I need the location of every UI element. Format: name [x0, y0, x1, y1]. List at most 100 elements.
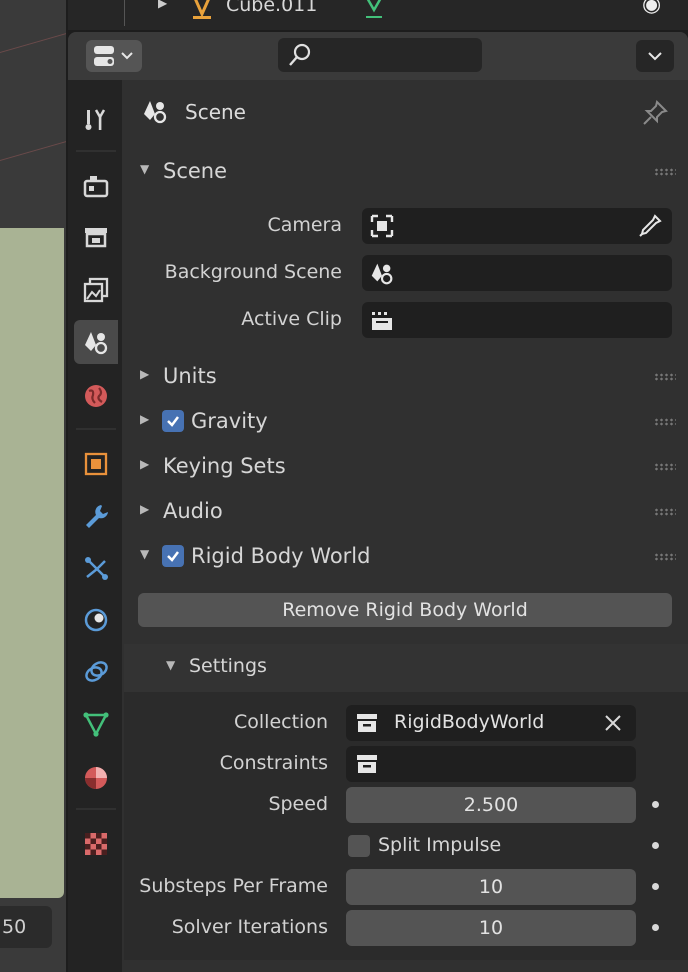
editor-type-icon [94, 46, 133, 66]
camera-field[interactable] [362, 208, 672, 244]
outliner-object-name[interactable]: Cube.011 [226, 0, 317, 16]
substeps-field[interactable]: 10 [346, 869, 636, 905]
tab-constraints[interactable] [74, 650, 118, 694]
view-layer-icon [83, 277, 109, 303]
collection-box-icon [357, 714, 377, 732]
search-icon [289, 43, 311, 66]
keyframe-dot-icon[interactable] [652, 842, 659, 849]
drag-grip-icon[interactable] [654, 508, 676, 516]
visibility-eye-icon[interactable]: ◉ [642, 0, 661, 17]
mesh-data-icon [360, 0, 388, 24]
tab-texture[interactable] [74, 822, 118, 866]
collapsed-arrow-icon: ▶ [140, 412, 150, 426]
texture-checker-icon [85, 833, 107, 855]
panel-title: Keying Sets [163, 454, 286, 478]
remove-rigid-body-world-button[interactable]: Remove Rigid Body World [138, 593, 672, 627]
drag-grip-icon[interactable] [654, 373, 676, 381]
solver-iterations-field[interactable]: 10 [346, 910, 636, 946]
3d-viewport[interactable] [0, 0, 66, 972]
speed-label: Speed [268, 793, 328, 815]
expand-arrow-icon[interactable]: ▶ [158, 0, 167, 10]
editor-type-button[interactable] [86, 40, 142, 72]
context-label: Scene [185, 100, 246, 124]
settings-subpanel-header[interactable]: ▼ Settings [150, 646, 688, 690]
drag-grip-icon[interactable] [654, 463, 676, 471]
expanded-arrow-icon: ▼ [166, 658, 176, 672]
scene-icon [85, 332, 108, 355]
tab-scene[interactable] [74, 320, 118, 364]
rigid-body-world-checkbox[interactable] [162, 545, 184, 567]
tab-render[interactable] [74, 164, 118, 208]
frame-field[interactable]: 50 [0, 906, 52, 948]
drag-grip-icon[interactable] [654, 168, 676, 176]
properties-search-input[interactable] [278, 38, 482, 72]
output-printer-icon [85, 228, 107, 248]
drag-grip-icon[interactable] [654, 418, 676, 426]
panel-title: Rigid Body World [191, 544, 371, 568]
scene-icon [371, 263, 393, 285]
options-dropdown-button[interactable] [636, 40, 674, 72]
gravity-checkbox[interactable] [162, 410, 184, 432]
expanded-arrow-icon: ▼ [140, 547, 150, 561]
background-scene-field[interactable] [362, 255, 672, 291]
collapsed-arrow-icon: ▶ [140, 367, 150, 381]
rigid-body-world-panel-header[interactable]: ▼ Rigid Body World [124, 535, 688, 579]
grid-line [0, 137, 66, 164]
collection-label: Collection [234, 711, 328, 733]
world-icon [85, 385, 107, 407]
tab-particles[interactable] [74, 546, 118, 590]
eyedropper-icon[interactable] [636, 212, 664, 240]
tab-object[interactable] [74, 442, 118, 486]
keying-sets-panel-header[interactable]: ▶ Keying Sets [124, 445, 688, 489]
split-impulse-checkbox[interactable] [348, 835, 370, 857]
tab-physics[interactable] [74, 598, 118, 642]
panel-title: Audio [163, 499, 223, 523]
tab-separator [76, 428, 116, 430]
hierarchy-line [124, 0, 125, 26]
tab-data[interactable] [74, 702, 118, 746]
expanded-arrow-icon: ▼ [140, 162, 150, 176]
split-impulse-label: Split Impulse [378, 834, 502, 856]
constraint-icon [85, 661, 108, 682]
audio-panel-header[interactable]: ▶ Audio [124, 490, 688, 534]
camera-label: Camera [267, 214, 342, 236]
pin-icon[interactable] [640, 98, 670, 128]
physics-icon [84, 608, 108, 632]
close-icon[interactable] [602, 712, 624, 734]
render-camera-icon [83, 176, 109, 198]
constraints-field[interactable] [346, 746, 636, 782]
solver-iterations-label: Solver Iterations [171, 916, 328, 938]
collection-field[interactable]: RigidBodyWorld [346, 705, 636, 741]
scene-panel-header[interactable]: ▼ Scene [124, 150, 688, 194]
drag-grip-icon[interactable] [654, 553, 676, 561]
wrench-icon [86, 505, 108, 528]
tab-world[interactable] [74, 374, 118, 418]
tab-output[interactable] [74, 216, 118, 260]
scene-icon [144, 101, 167, 124]
tab-view-layer[interactable] [74, 268, 118, 312]
keyframe-dot-icon[interactable] [652, 883, 659, 890]
active-clip-label: Active Clip [241, 308, 342, 330]
tool-icon [85, 109, 106, 130]
object-icon [188, 0, 216, 24]
grid-line [0, 29, 66, 56]
object-square-icon [84, 452, 108, 476]
panel-title: Scene [163, 159, 228, 183]
speed-field[interactable]: 2.500 [346, 787, 636, 823]
units-panel-header[interactable]: ▶ Units [124, 355, 688, 399]
clapperboard-icon [372, 312, 392, 330]
tab-tool[interactable] [74, 98, 118, 142]
keyframe-dot-icon[interactable] [652, 924, 659, 931]
tab-modifiers[interactable] [74, 494, 118, 538]
collapsed-arrow-icon: ▶ [140, 457, 150, 471]
collapsed-arrow-icon: ▶ [140, 502, 150, 516]
tab-separator [76, 808, 116, 810]
active-clip-field[interactable] [362, 302, 672, 338]
tab-separator [76, 150, 116, 152]
keyframe-dot-icon[interactable] [652, 801, 659, 808]
gravity-panel-header[interactable]: ▶ Gravity [124, 400, 688, 444]
panel-title: Units [163, 364, 217, 388]
camera-object-icon [370, 214, 394, 238]
tab-material[interactable] [74, 756, 118, 800]
outliner-row[interactable]: ▶ Cube.011 ◉ [68, 0, 688, 30]
